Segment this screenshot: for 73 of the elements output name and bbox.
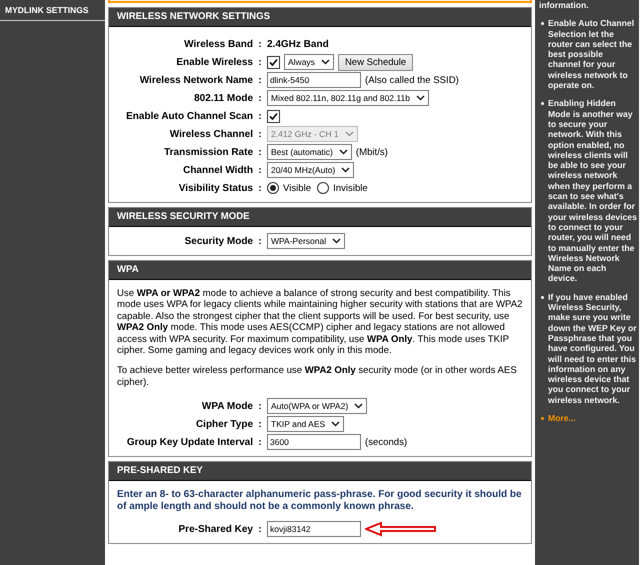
- unit-note: (Mbit/s): [356, 146, 388, 158]
- field-label: Cipher Type: [194, 418, 253, 430]
- chevron-down-icon: [354, 403, 364, 410]
- field-label: Visibility Status: [178, 182, 253, 194]
- unit-note: (seconds): [365, 436, 408, 448]
- field-label: Enable Auto Channel Scan: [125, 110, 253, 122]
- section-header: PRE-SHARED KEY: [109, 462, 531, 482]
- more-link[interactable]: More...: [548, 412, 576, 424]
- field-label: Group Key Update Interval: [126, 436, 253, 448]
- dropdown[interactable]: Always: [284, 54, 334, 70]
- separator: :: [257, 164, 263, 176]
- help-text: information.: [539, 0, 590, 10]
- separator: :: [257, 56, 263, 68]
- chevron-down-icon: [320, 59, 330, 65]
- separator: :: [257, 418, 263, 430]
- field-label: Transmission Rate: [163, 146, 253, 158]
- description-text: To achieve better wireless performance use WPA2 Only security mode (or in other words AES cipher).: [117, 365, 518, 388]
- separator: :: [257, 182, 263, 194]
- description-text: Enter an 8- to 63-character alphanumeric pass-phrase. For good security it should be of ample length and should not be a commonly known phrase.: [117, 489, 523, 512]
- chevron-down-icon: [341, 167, 350, 173]
- field-label: Wireless Channel: [168, 128, 253, 140]
- bullet-icon: [541, 102, 544, 106]
- field-label: Security Mode: [184, 236, 253, 246]
- section-header: WIRELESS NETWORK SETTINGS: [109, 8, 531, 27]
- radio-option[interactable]: Invisible: [317, 182, 368, 194]
- field-value: 2.4GHz Band: [267, 38, 329, 50]
- field-label: WPA Mode: [200, 400, 253, 412]
- dropdown[interactable]: WPA-Personal: [267, 233, 346, 249]
- separator: :: [257, 128, 263, 140]
- help-text: Enabling Hidden Mode is another way to secure your network. With this option enabled, no wireless clients will be able to see your wireless network when they perform a scan to see what's available. In order for your wireless devices to connect to your router, you will need to manually enter the Wireless Network Name on each device.: [548, 98, 637, 284]
- separator: :: [257, 92, 263, 104]
- dropdown[interactable]: TKIP and AES: [267, 416, 344, 432]
- field-label: Pre-Shared Key: [178, 524, 253, 535]
- text-input[interactable]: kovji83142: [267, 521, 361, 538]
- unit-note: (Also called the SSID): [365, 74, 459, 86]
- separator: :: [257, 436, 263, 448]
- chevron-down-icon: [332, 238, 342, 244]
- separator: :: [257, 400, 263, 412]
- chevron-down-icon: [416, 95, 425, 101]
- description-text: Use WPA or WPA2 mode to achieve a balance of strong security and best compatibility. This mode uses WPA for legacy clients while maintaining higher security with stations that are WPA2 capable. Also the strongest cipher that the client supports will be used. For best security, use WPA2 Only mode. This mode uses AES(CCMP) cipher and legacy stations are not allowed access with WPA security. For maximum compatibility, use WPA Only. This mode uses TKIP cipher. Some gaming and legacy devices work only in this mode.: [117, 288, 523, 356]
- bullet-icon: [541, 22, 544, 26]
- bullet-icon: [541, 416, 544, 420]
- separator: :: [257, 236, 263, 246]
- sidebar-item[interactable]: MYDLINK SETTINGS: [0, 0, 105, 21]
- text-input[interactable]: dlink-5450: [267, 72, 361, 88]
- field-label: Wireless Network Name: [138, 74, 253, 86]
- dropdown[interactable]: Best (automatic): [267, 144, 352, 160]
- checkbox[interactable]: [267, 56, 280, 68]
- help-text: Enable Auto Channel Selection let the router can select the best possible channel for your wireless network to operate on.: [548, 18, 636, 90]
- chevron-down-icon: [338, 149, 348, 155]
- separator: :: [257, 74, 263, 86]
- separator: :: [257, 110, 263, 122]
- field-label: Wireless Band: [183, 38, 253, 50]
- dropdown[interactable]: 20/40 MHz(Auto): [267, 162, 354, 178]
- field-label: Channel Width: [182, 164, 253, 176]
- checkbox[interactable]: [267, 110, 280, 122]
- separator: :: [257, 38, 263, 50]
- field-label: Enable Wireless: [175, 56, 253, 68]
- radio-option[interactable]: Visible: [267, 182, 312, 194]
- dropdown[interactable]: Mixed 802.11n, 802.11g and 802.11b: [267, 90, 429, 106]
- separator: :: [257, 146, 263, 158]
- chevron-down-icon: [344, 131, 354, 137]
- bullet-icon: [541, 296, 544, 299]
- text-input[interactable]: 3600: [267, 434, 361, 450]
- field-label: 802.11 Mode: [193, 92, 253, 104]
- separator: :: [257, 524, 263, 535]
- section-header: WPA: [109, 261, 531, 280]
- section-header: WIRELESS SECURITY MODE: [109, 208, 531, 227]
- new-schedule-button[interactable]: New Schedule: [338, 54, 414, 70]
- help-text: If you have enabled Wireless Security, make sure you write down the WEP Key or Passphrase that you have configured. You will need to enter this information on any wireless device that you connect to your wireless network.: [548, 292, 637, 405]
- chevron-down-icon: [331, 421, 340, 428]
- dropdown[interactable]: Auto(WPA or WPA2): [267, 398, 368, 414]
- arrow-icon: [365, 521, 437, 538]
